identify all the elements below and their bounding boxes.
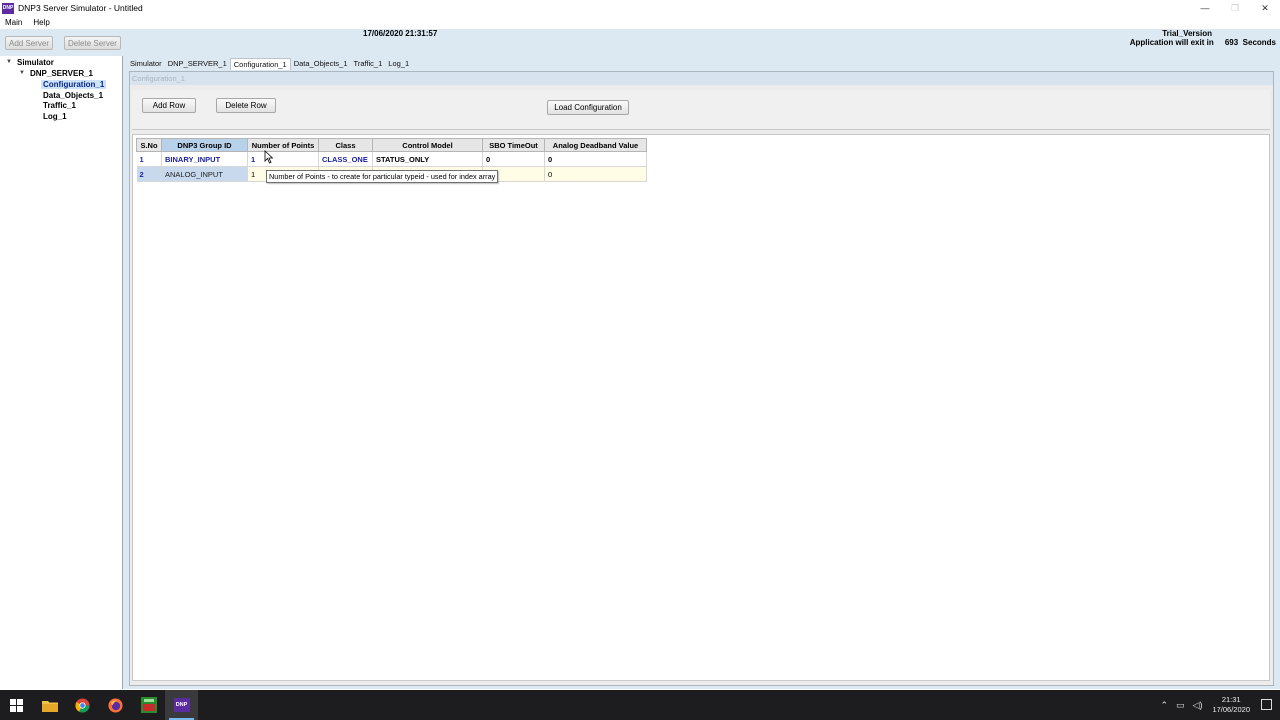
folder-icon bbox=[41, 700, 58, 712]
tab-log[interactable]: Log_1 bbox=[385, 58, 412, 70]
cell-number-of-points[interactable]: 1 bbox=[247, 151, 319, 167]
tree-node-simulator[interactable]: Simulator bbox=[17, 58, 54, 67]
cell-group-id[interactable]: ANALOG_INPUT bbox=[161, 166, 248, 182]
tab-simulator[interactable]: Simulator bbox=[127, 58, 165, 70]
exit-unit: Seconds bbox=[1242, 38, 1276, 47]
navigation-tree: ▼ Simulator ▼ DNP_SERVER_1 Configuration… bbox=[0, 56, 123, 689]
delete-row-button[interactable]: Delete Row bbox=[216, 98, 276, 113]
cell-analog-deadband[interactable]: 0 bbox=[544, 151, 647, 167]
col-header-sno[interactable]: S.No bbox=[136, 138, 162, 152]
volume-icon[interactable]: ◁) bbox=[1193, 700, 1203, 711]
col-header-number-of-points[interactable]: Number of Points bbox=[247, 138, 319, 152]
tab-dnp-server[interactable]: DNP_SERVER_1 bbox=[165, 58, 230, 70]
col-header-class[interactable]: Class bbox=[318, 138, 373, 152]
collapse-icon[interactable]: ▼ bbox=[6, 59, 12, 65]
clock-time: 21:31 bbox=[1221, 695, 1241, 704]
tree-node-data-objects[interactable]: Data_Objects_1 bbox=[43, 91, 103, 100]
col-header-group-id[interactable]: DNP3 Group ID bbox=[161, 138, 248, 152]
configuration-panel: Configuration_1 Add Row Delete Row Load … bbox=[129, 71, 1274, 686]
table-row[interactable]: 1 BINARY_INPUT 1 CLASS_ONE STATUS_ONLY 0… bbox=[136, 151, 647, 167]
taskbar-chrome[interactable] bbox=[66, 690, 99, 720]
trial-version-label: Trial_Version bbox=[1162, 29, 1212, 38]
content-area: Simulator DNP_SERVER_1 Configuration_1 D… bbox=[127, 56, 1280, 689]
tree-node-log[interactable]: Log_1 bbox=[43, 112, 67, 121]
col-header-sbo-timeout[interactable]: SBO TimeOut bbox=[482, 138, 545, 152]
chevron-up-icon[interactable]: ⌃ bbox=[1160, 700, 1168, 711]
dnp-icon: DNP bbox=[173, 698, 190, 712]
tab-data-objects[interactable]: Data_Objects_1 bbox=[291, 58, 351, 70]
menu-main[interactable]: Main bbox=[5, 18, 22, 27]
clock-date: 17/06/2020 bbox=[1212, 705, 1250, 714]
taskbar-dnp-simulator[interactable]: DNP bbox=[165, 690, 198, 720]
taskbar-clock[interactable]: 21:31 17/06/2020 bbox=[1212, 695, 1250, 715]
menu-help[interactable]: Help bbox=[33, 18, 49, 27]
current-datetime: 17/06/2020 21:31:57 bbox=[363, 29, 438, 38]
maximize-button[interactable]: ❐ bbox=[1220, 0, 1250, 16]
exit-seconds: 693 bbox=[1224, 38, 1239, 47]
cell-control-model[interactable]: STATUS_ONLY bbox=[372, 151, 483, 167]
exit-countdown: Application will exit in 693 Seconds bbox=[1130, 38, 1276, 47]
configuration-grid-area: S.No DNP3 Group ID Number of Points Clas… bbox=[132, 134, 1270, 681]
taskbar-file-explorer[interactable] bbox=[33, 690, 66, 720]
cell-sbo-timeout[interactable]: 0 bbox=[482, 151, 545, 167]
tooltip: Number of Points - to create for particu… bbox=[266, 170, 499, 183]
chrome-icon bbox=[75, 697, 90, 713]
col-header-analog-deadband[interactable]: Analog Deadband Value bbox=[544, 138, 647, 152]
cell-analog-deadband[interactable]: 0 bbox=[544, 166, 647, 182]
server-toolbar: Add Server Delete Server 17/06/2020 21:3… bbox=[0, 29, 1280, 56]
app-icon: DNP bbox=[2, 2, 14, 14]
system-tray: ⌃ ▭ ◁) 21:31 17/06/2020 bbox=[1156, 690, 1250, 720]
tab-traffic[interactable]: Traffic_1 bbox=[351, 58, 386, 70]
mouse-cursor-icon bbox=[264, 150, 274, 164]
exit-text: Application will exit in bbox=[1129, 38, 1214, 47]
minimize-button[interactable]: — bbox=[1190, 0, 1220, 16]
window-controls: — ❐ ✕ bbox=[1190, 0, 1280, 16]
tab-configuration[interactable]: Configuration_1 bbox=[229, 58, 291, 70]
app-icon bbox=[140, 697, 157, 713]
cell-sno[interactable]: 2 bbox=[136, 166, 162, 182]
window-title: DNP3 Server Simulator - Untitled bbox=[18, 3, 143, 13]
cell-sno[interactable]: 1 bbox=[136, 151, 162, 167]
cell-class[interactable]: CLASS_ONE bbox=[318, 151, 373, 167]
configuration-buttons: Add Row Delete Row Load Configuration bbox=[132, 90, 1270, 130]
notification-icon[interactable] bbox=[1261, 699, 1272, 710]
menu-bar: Main Help bbox=[0, 16, 1280, 29]
taskbar-app-green[interactable] bbox=[132, 690, 165, 720]
tree-node-traffic[interactable]: Traffic_1 bbox=[43, 101, 76, 110]
panel-title: Configuration_1 bbox=[130, 72, 1273, 85]
network-icon[interactable]: ▭ bbox=[1176, 700, 1185, 711]
cell-group-id[interactable]: BINARY_INPUT bbox=[161, 151, 248, 167]
add-server-button[interactable]: Add Server bbox=[5, 36, 53, 50]
windows-icon bbox=[10, 698, 23, 712]
taskbar: DNP ⌃ ▭ ◁) 21:31 17/06/2020 bbox=[0, 690, 1280, 720]
col-header-control-model[interactable]: Control Model bbox=[372, 138, 483, 152]
delete-server-button[interactable]: Delete Server bbox=[64, 36, 121, 50]
tab-bar: Simulator DNP_SERVER_1 Configuration_1 D… bbox=[127, 58, 412, 70]
add-row-button[interactable]: Add Row bbox=[142, 98, 196, 113]
title-bar: DNP DNP3 Server Simulator - Untitled — ❐… bbox=[0, 0, 1280, 16]
close-button[interactable]: ✕ bbox=[1250, 0, 1280, 16]
load-configuration-button[interactable]: Load Configuration bbox=[547, 100, 629, 115]
firefox-icon bbox=[108, 697, 123, 713]
taskbar-firefox[interactable] bbox=[99, 690, 132, 720]
collapse-icon[interactable]: ▼ bbox=[19, 70, 25, 76]
tree-node-configuration[interactable]: Configuration_1 bbox=[41, 80, 107, 89]
start-button[interactable] bbox=[0, 690, 33, 720]
tree-node-server[interactable]: DNP_SERVER_1 bbox=[30, 69, 93, 78]
